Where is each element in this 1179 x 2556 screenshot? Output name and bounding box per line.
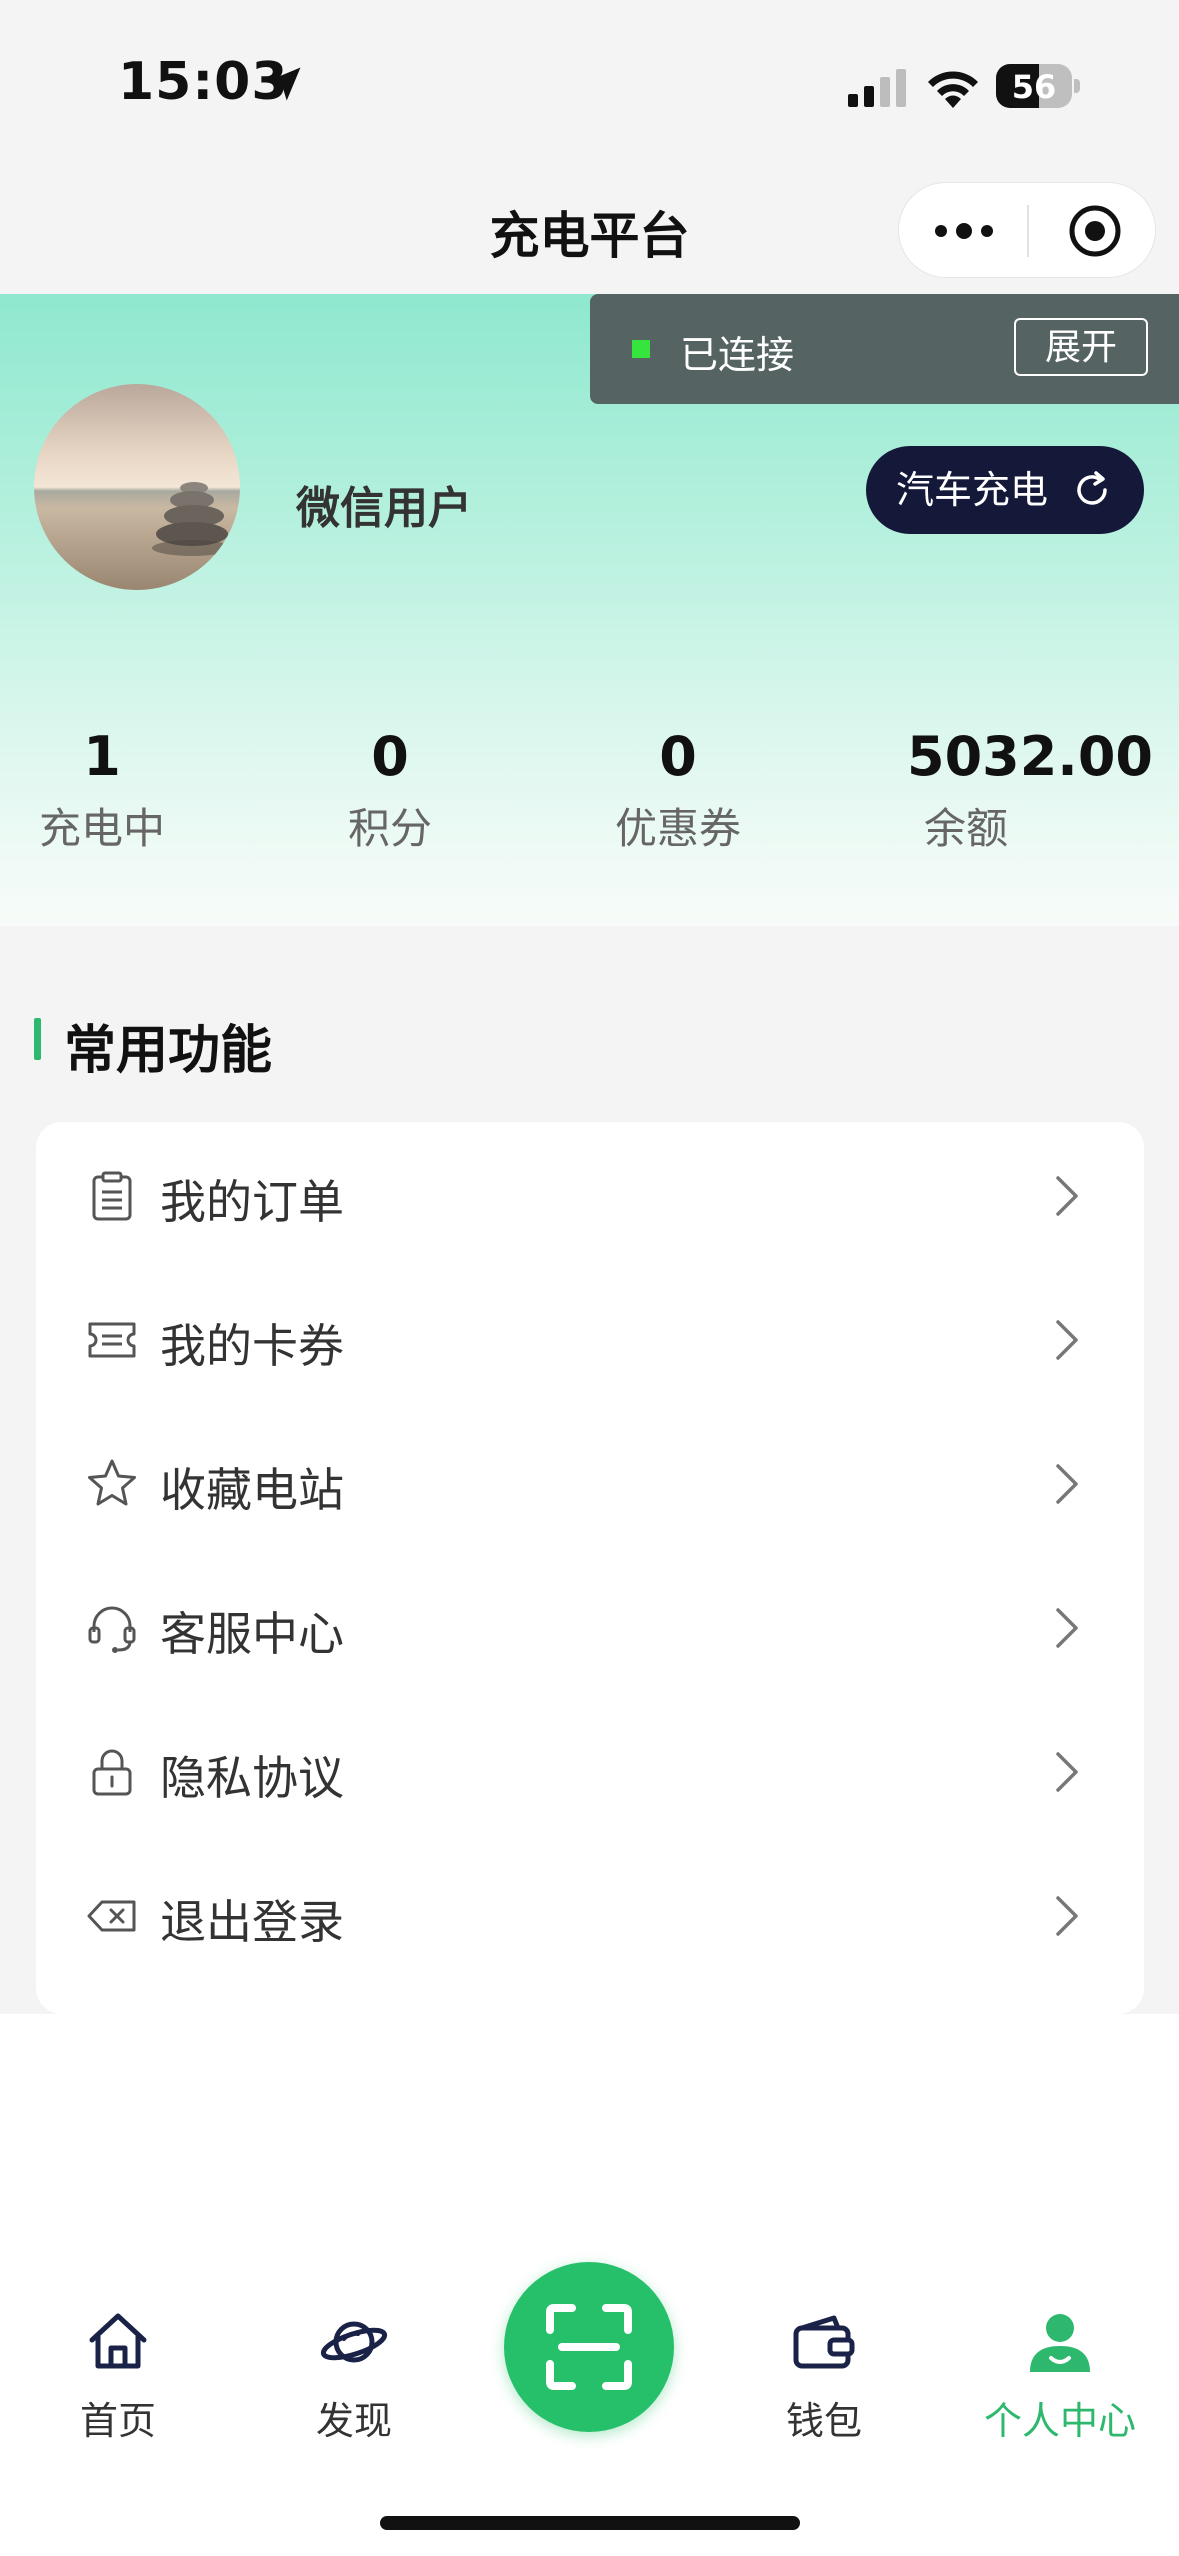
profile-screen: 15:03 56 充电平台 已连接 展开 微信用户 汽车充电 1 充电中 0 积… bbox=[0, 0, 1179, 2556]
chevron-right-icon bbox=[1056, 1752, 1078, 1792]
battery-level: 56 bbox=[1011, 68, 1057, 106]
chevron-right-icon bbox=[1056, 1896, 1078, 1936]
tab-profile[interactable]: 个人中心 bbox=[980, 2306, 1140, 2445]
tab-label: 发现 bbox=[315, 2399, 392, 2443]
menu-item-privacy[interactable]: 隐私协议 bbox=[36, 1698, 1144, 1842]
tab-label: 首页 bbox=[79, 2399, 156, 2443]
cellular-signal-icon bbox=[848, 69, 906, 107]
connection-banner: 已连接 展开 bbox=[590, 294, 1179, 404]
menu-item-label: 退出登录 bbox=[160, 1895, 344, 1949]
menu-item-label: 收藏电站 bbox=[160, 1463, 344, 1517]
username: 微信用户 bbox=[296, 483, 472, 534]
battery-icon: 56 bbox=[996, 64, 1080, 110]
planet-icon bbox=[320, 2321, 388, 2363]
chevron-right-icon bbox=[1056, 1464, 1078, 1504]
refresh-icon bbox=[1077, 471, 1107, 505]
stat-charging-value: 1 bbox=[83, 725, 121, 788]
stat-coupons[interactable]: 0 优惠券 bbox=[598, 722, 758, 864]
stat-balance-value: 5032.00 bbox=[907, 725, 1153, 788]
connection-status-label: 已连接 bbox=[680, 333, 795, 377]
tab-discover[interactable]: 发现 bbox=[274, 2306, 434, 2445]
section-title-text: 常用功能 bbox=[64, 1021, 273, 1081]
tab-home[interactable]: 首页 bbox=[38, 2306, 198, 2445]
car-charge-label: 汽车充电 bbox=[896, 468, 1049, 512]
home-icon bbox=[89, 2313, 147, 2369]
stat-points-value: 0 bbox=[371, 725, 409, 788]
menu-item-support[interactable]: 客服中心 bbox=[36, 1554, 1144, 1698]
stat-balance-label: 余额 bbox=[924, 804, 1009, 853]
avatar[interactable] bbox=[34, 384, 240, 590]
menu-item-favorites[interactable]: 收藏电站 bbox=[36, 1410, 1144, 1554]
user-icon bbox=[1030, 2314, 1090, 2372]
chevron-right-icon bbox=[1056, 1608, 1078, 1648]
star-icon bbox=[88, 1459, 136, 1506]
headset-icon bbox=[88, 1606, 136, 1653]
miniprogram-capsule bbox=[898, 182, 1156, 278]
home-indicator bbox=[380, 2516, 800, 2530]
menu-item-coupons[interactable]: 我的卡券 bbox=[36, 1266, 1144, 1410]
menu-item-logout[interactable]: 退出登录 bbox=[36, 1842, 1144, 1986]
stat-coupons-value: 0 bbox=[659, 725, 697, 788]
stat-points-label: 积分 bbox=[347, 804, 432, 853]
menu-item-orders[interactable]: 我的订单 bbox=[36, 1122, 1144, 1266]
stat-points[interactable]: 0 积分 bbox=[310, 722, 470, 864]
wifi-icon bbox=[928, 71, 978, 108]
menu-card: 我的订单 我的卡券 收藏电站 客服中心 隐私协议 退出登录 bbox=[36, 1122, 1144, 2014]
ticket-icon bbox=[88, 1322, 136, 1358]
menu-item-label: 我的卡券 bbox=[160, 1319, 344, 1373]
order-list-icon bbox=[92, 1171, 132, 1221]
lock-icon bbox=[92, 1749, 132, 1796]
backspace-icon bbox=[87, 1900, 136, 1932]
tab-wallet[interactable]: 钱包 bbox=[744, 2306, 904, 2445]
stat-coupons-label: 优惠券 bbox=[614, 804, 741, 853]
wallet-icon bbox=[793, 2315, 855, 2369]
status-bar: 15:03 56 bbox=[0, 0, 1179, 160]
section-title-bar bbox=[34, 1018, 41, 1060]
capsule-divider bbox=[1027, 205, 1029, 257]
stat-balance[interactable]: 5032.00 余额 bbox=[900, 722, 1160, 864]
scan-icon bbox=[546, 2304, 632, 2390]
chevron-right-icon bbox=[1056, 1320, 1078, 1360]
tab-label: 个人中心 bbox=[983, 2399, 1136, 2443]
connection-status-dot bbox=[632, 340, 650, 358]
scan-button[interactable] bbox=[504, 2262, 674, 2432]
menu-item-label: 我的订单 bbox=[160, 1175, 344, 1229]
menu-item-label: 隐私协议 bbox=[160, 1751, 344, 1805]
more-menu-icon[interactable] bbox=[929, 205, 999, 257]
location-arrow-icon bbox=[267, 67, 301, 101]
stat-charging[interactable]: 1 充电中 bbox=[22, 722, 182, 864]
car-charge-button[interactable]: 汽车充电 bbox=[866, 446, 1144, 534]
stat-charging-label: 充电中 bbox=[38, 804, 165, 853]
tab-label: 钱包 bbox=[785, 2399, 862, 2443]
close-miniprogram-icon[interactable] bbox=[1067, 203, 1123, 259]
chevron-right-icon bbox=[1056, 1176, 1078, 1216]
expand-button[interactable]: 展开 bbox=[1014, 318, 1148, 376]
menu-item-label: 客服中心 bbox=[160, 1607, 344, 1661]
